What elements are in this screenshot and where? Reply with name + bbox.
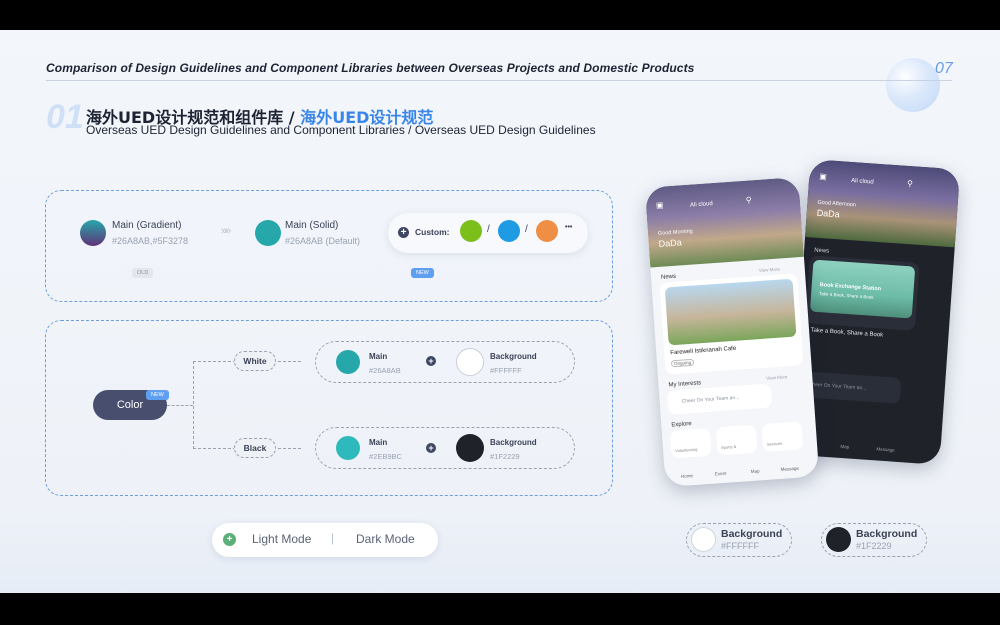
nav-home[interactable]: Home	[681, 473, 693, 479]
custom-green-swatch[interactable]	[460, 220, 482, 242]
new-tag: NEW	[146, 390, 169, 400]
bg-light-hex: #FFFFFF	[721, 541, 759, 551]
black-main-swatch	[336, 436, 360, 460]
dark-mode-phone: ▣ Ali cloud ⚲ Good Afternoon DaDa News B…	[789, 159, 961, 465]
custom-separator: /	[487, 224, 490, 235]
interests-heading: My Interests	[668, 380, 702, 389]
black-bg-label: Background	[490, 438, 537, 447]
card-caption: Take a Book, Share a Book	[810, 327, 884, 339]
dark-mode-option[interactable]: Dark Mode	[356, 532, 415, 546]
custom-blue-swatch[interactable]	[498, 220, 520, 242]
connector	[167, 405, 193, 406]
new-tag: NEW	[411, 268, 434, 278]
custom-separator: /	[525, 224, 528, 235]
black-main-hex: #2EB9BC	[369, 452, 402, 461]
bg-dark-label: Background	[856, 528, 918, 540]
plus-icon: +	[426, 443, 436, 453]
view-more-link[interactable]: View More	[766, 374, 787, 380]
explore-label: Sports &	[720, 443, 737, 451]
nav-message[interactable]: Message	[876, 446, 895, 452]
explore-item[interactable]	[715, 424, 758, 456]
bg-dark-hex: #1F2229	[856, 541, 892, 551]
black-bg-swatch	[456, 434, 484, 462]
chevron-right-icon: »»	[221, 225, 231, 237]
explore-label: Services	[766, 440, 783, 447]
explore-heading: Explore	[671, 421, 692, 429]
connector	[193, 361, 194, 449]
black-main-label: Main	[369, 438, 388, 447]
white-main-hex: #26A8AB	[369, 366, 401, 375]
user-name: DaDa	[658, 237, 682, 249]
branch-white: White	[234, 351, 276, 371]
solid-swatch	[255, 220, 281, 246]
black-bg-hex: #1F2229	[490, 452, 520, 461]
view-more-link[interactable]: View More	[759, 267, 780, 273]
explore-item[interactable]	[761, 421, 804, 453]
solid-label: Main (Solid)	[285, 220, 339, 231]
news-heading: News	[813, 247, 830, 255]
explore-item[interactable]	[669, 427, 712, 459]
add-icon[interactable]: +	[223, 533, 236, 546]
nav-map[interactable]: Map	[751, 468, 760, 474]
search-icon[interactable]: ⚲	[907, 179, 913, 188]
gradient-hex: #26A8AB,#5F3278	[112, 236, 189, 246]
add-icon[interactable]: +	[398, 227, 409, 238]
light-mode-phone: ▣ Ali cloud ⚲ Good Morning DaDa News Vie…	[644, 176, 820, 488]
scan-icon[interactable]: ▣	[819, 172, 827, 182]
white-bg-swatch	[456, 348, 484, 376]
more-icon[interactable]: •••	[565, 224, 572, 231]
old-tag: OLD	[132, 268, 154, 278]
light-mode-option[interactable]: Light Mode	[252, 532, 311, 546]
header-divider	[46, 80, 952, 81]
gradient-label: Main (Gradient)	[112, 220, 182, 231]
scan-icon[interactable]: ▣	[656, 200, 664, 210]
hero-image	[644, 176, 804, 268]
custom-label: Custom:	[415, 227, 450, 237]
solid-hex: #26A8AB (Default)	[285, 236, 361, 246]
page-number: 07	[935, 60, 953, 77]
white-main-swatch	[336, 350, 360, 374]
bg-light-swatch	[691, 527, 716, 552]
header-title: Comparison of Design Guidelines and Comp…	[46, 61, 695, 75]
news-heading: News	[660, 273, 677, 281]
nav-message[interactable]: Message	[781, 466, 800, 472]
bg-dark-swatch	[826, 527, 851, 552]
plus-icon: +	[426, 356, 436, 366]
gradient-swatch	[80, 220, 106, 246]
decorative-orb	[886, 58, 940, 112]
section-subtitle: Overseas UED Design Guidelines and Compo…	[86, 123, 596, 137]
user-name: DaDa	[816, 207, 841, 220]
section-number: 01	[46, 98, 84, 136]
white-main-label: Main	[369, 352, 388, 361]
white-bg-hex: #FFFFFF	[490, 366, 522, 375]
custom-orange-swatch[interactable]	[536, 220, 558, 242]
nav-map[interactable]: Map	[840, 444, 849, 450]
branch-black: Black	[234, 438, 276, 458]
slide: Comparison of Design Guidelines and Comp…	[0, 30, 1000, 593]
white-bg-label: Background	[490, 352, 537, 361]
search-icon[interactable]: ⚲	[746, 195, 752, 204]
bg-light-label: Background	[721, 528, 783, 540]
nav-event[interactable]: Event	[715, 471, 727, 477]
mode-divider: |	[331, 531, 335, 545]
news-image	[664, 278, 797, 346]
